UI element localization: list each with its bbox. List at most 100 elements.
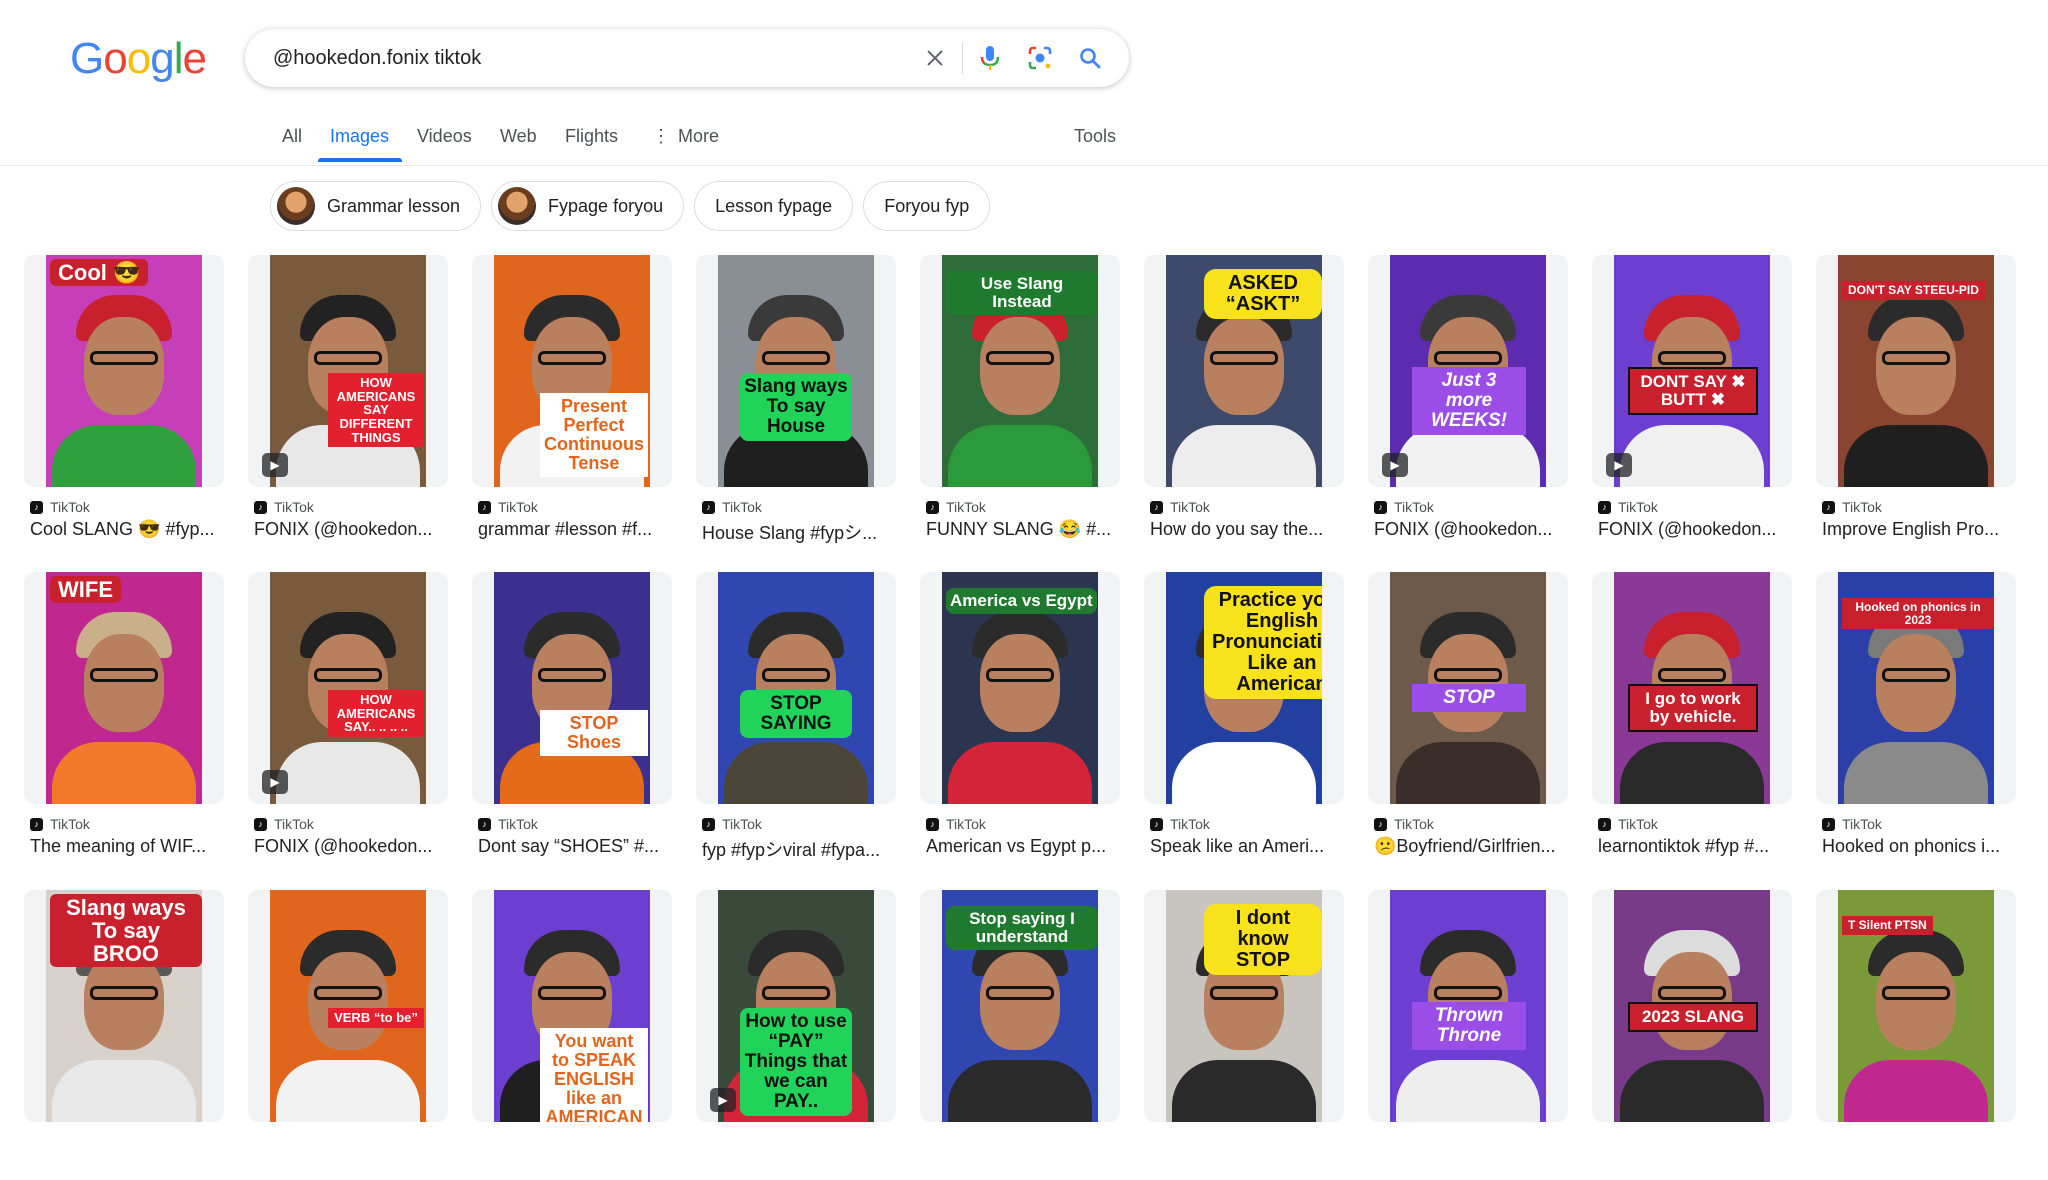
result-title[interactable]: Hooked on phonics i...	[1822, 836, 2018, 857]
image-result[interactable]: STOP ♪ TikTok 😕Boyfriend/Girlfrien...	[1368, 572, 1568, 862]
image-result[interactable]: T Silent PTSN	[1816, 890, 2016, 1180]
chip-grammar-lesson[interactable]: Grammar lesson	[270, 181, 482, 231]
image-result[interactable]: I go to work by vehicle. ♪ TikTok learnont…	[1592, 572, 1792, 862]
tab-web[interactable]: Web	[500, 126, 537, 147]
image-result-thumbnail[interactable]: Thrown Throne	[1368, 890, 1568, 1122]
image-result[interactable]: Hooked on phonics in 2023 ♪ TikTok Hooked …	[1816, 572, 2016, 862]
result-title[interactable]: FONIX (@hookedon...	[254, 836, 450, 857]
image-result-thumbnail[interactable]: DON'T SAY STEEU-PID	[1816, 255, 2016, 487]
result-source[interactable]: ♪ TikTok	[30, 816, 90, 832]
result-title[interactable]: Cool SLANG 😎 #fyp...	[30, 519, 226, 540]
image-result[interactable]: Practice your English Pronunciation. Lik…	[1144, 572, 1344, 862]
image-result[interactable]: VERB “to be”	[248, 890, 448, 1180]
tab-videos[interactable]: Videos	[417, 126, 472, 147]
result-source[interactable]: ♪ TikTok	[702, 499, 762, 515]
close-icon[interactable]	[910, 33, 960, 83]
image-result-thumbnail[interactable]: How to use “PAY” Things that we can PAY.…	[696, 890, 896, 1122]
google-logo[interactable]: Google	[70, 34, 207, 84]
image-result[interactable]: Slang ways To say BROO	[24, 890, 224, 1180]
tools-button[interactable]: Tools	[1074, 126, 1116, 147]
image-result[interactable]: STOP Shoes ♪ TikTok Dont say “SHOES” #...	[472, 572, 672, 862]
search-input[interactable]	[271, 45, 910, 71]
result-source[interactable]: ♪ TikTok	[1822, 816, 1882, 832]
result-source[interactable]: ♪ TikTok	[1150, 816, 1210, 832]
image-result-thumbnail[interactable]: Cool 😎	[24, 255, 224, 487]
image-result-thumbnail[interactable]: You want to SPEAK ENGLISH like an AMERIC…	[472, 890, 672, 1122]
image-result[interactable]: How to use “PAY” Things that we can PAY.…	[696, 890, 896, 1180]
image-result-thumbnail[interactable]: Practice your English Pronunciation. Lik…	[1144, 572, 1344, 804]
image-result-thumbnail[interactable]: Stop saying I understand	[920, 890, 1120, 1122]
result-title[interactable]: fyp #fypシviral #fypa...	[702, 836, 898, 862]
result-source[interactable]: ♪ TikTok	[1598, 816, 1658, 832]
result-title[interactable]: How do you say the...	[1150, 519, 1346, 540]
result-source[interactable]: ♪ TikTok	[926, 816, 986, 832]
image-result-thumbnail[interactable]: HOW AMERICANS SAY.. .. .. .. ▶	[248, 572, 448, 804]
image-result[interactable]: You want to SPEAK ENGLISH like an AMERIC…	[472, 890, 672, 1180]
chip-foryou-fyp[interactable]: Foryou fyp	[863, 181, 991, 231]
result-title[interactable]: FONIX (@hookedon...	[254, 519, 450, 540]
image-result[interactable]: WIFE ♪ TikTok The meaning of WIF...	[24, 572, 224, 862]
image-result[interactable]: Present Perfect Continuous Tense ♪ TikTok…	[472, 255, 672, 545]
result-source[interactable]: ♪ TikTok	[1598, 499, 1658, 515]
search-icon[interactable]	[1065, 33, 1115, 83]
image-result[interactable]: HOW AMERICANS SAY DIFFERENT THINGS ▶ ♪ Tik…	[248, 255, 448, 545]
tab-images[interactable]: Images	[330, 126, 389, 147]
image-result[interactable]: STOP SAYING ♪ TikTok fyp #fypシviral #fypa.…	[696, 572, 896, 862]
result-title[interactable]: 😕Boyfriend/Girlfrien...	[1374, 836, 1570, 857]
result-title[interactable]: American vs Egypt p...	[926, 836, 1122, 857]
tab-all[interactable]: All	[282, 126, 302, 147]
chip-lesson-fypage[interactable]: Lesson fypage	[694, 181, 854, 231]
image-result[interactable]: Use Slang Instead ♪ TikTok FUNNY SLANG 😂 #…	[920, 255, 1120, 545]
image-result[interactable]: Thrown Throne	[1368, 890, 1568, 1180]
image-result-thumbnail[interactable]: America vs Egypt	[920, 572, 1120, 804]
result-source[interactable]: ♪ TikTok	[1374, 816, 1434, 832]
result-title[interactable]: House Slang #fypシ...	[702, 519, 898, 545]
result-title[interactable]: Dont say “SHOES” #...	[478, 836, 674, 857]
image-result-thumbnail[interactable]: WIFE	[24, 572, 224, 804]
image-result-thumbnail[interactable]: 2023 SLANG	[1592, 890, 1792, 1122]
result-source[interactable]: ♪ TikTok	[1822, 499, 1882, 515]
image-result-thumbnail[interactable]: STOP Shoes	[472, 572, 672, 804]
result-title[interactable]: FONIX (@hookedon...	[1598, 519, 1794, 540]
result-source[interactable]: ♪ TikTok	[1374, 499, 1434, 515]
lens-icon[interactable]	[1015, 33, 1065, 83]
result-source[interactable]: ♪ TikTok	[702, 816, 762, 832]
image-result-thumbnail[interactable]: Use Slang Instead	[920, 255, 1120, 487]
image-result-thumbnail[interactable]: Slang ways To say BROO	[24, 890, 224, 1122]
microphone-icon[interactable]	[965, 33, 1015, 83]
image-result[interactable]: DONT SAY ✖ BUTT ✖ ▶ ♪ TikTok FONIX (@hooked…	[1592, 255, 1792, 545]
image-result[interactable]: America vs Egypt ♪ TikTok American vs Egyp…	[920, 572, 1120, 862]
result-source[interactable]: ♪ TikTok	[926, 499, 986, 515]
image-result-thumbnail[interactable]: ASKED “ASKT”	[1144, 255, 1344, 487]
image-result-thumbnail[interactable]: Present Perfect Continuous Tense	[472, 255, 672, 487]
image-result-thumbnail[interactable]: VERB “to be”	[248, 890, 448, 1122]
image-result-thumbnail[interactable]: Hooked on phonics in 2023	[1816, 572, 2016, 804]
chip-fypage-foryou[interactable]: Fypage foryou	[491, 181, 685, 231]
result-title[interactable]: FUNNY SLANG 😂 #...	[926, 519, 1122, 540]
result-source[interactable]: ♪ TikTok	[30, 499, 90, 515]
result-title[interactable]: learnontiktok #fyp #...	[1598, 836, 1794, 857]
result-title[interactable]: grammar #lesson #f...	[478, 519, 674, 540]
image-result-thumbnail[interactable]: I dont know STOP	[1144, 890, 1344, 1122]
image-result[interactable]: Just 3 more WEEKS! ▶ ♪ TikTok FONIX (@hooke…	[1368, 255, 1568, 545]
tab-flights[interactable]: Flights	[565, 126, 618, 147]
image-result[interactable]: Cool 😎 ♪ TikTok Cool SLANG 😎 #fyp...	[24, 255, 224, 545]
result-title[interactable]: FONIX (@hookedon...	[1374, 519, 1570, 540]
result-title[interactable]: Speak like an Ameri...	[1150, 836, 1346, 857]
image-result[interactable]: HOW AMERICANS SAY.. .. .. .. ▶ ♪ TikTok FON…	[248, 572, 448, 862]
image-result-thumbnail[interactable]: Just 3 more WEEKS! ▶	[1368, 255, 1568, 487]
tab-more[interactable]: ⋮ More	[652, 126, 719, 147]
image-result-thumbnail[interactable]: STOP	[1368, 572, 1568, 804]
result-title[interactable]: Improve English Pro...	[1822, 519, 2018, 540]
result-source[interactable]: ♪ TikTok	[254, 816, 314, 832]
image-result-thumbnail[interactable]: HOW AMERICANS SAY DIFFERENT THINGS ▶	[248, 255, 448, 487]
result-title[interactable]: The meaning of WIF...	[30, 836, 226, 857]
image-result-thumbnail[interactable]: STOP SAYING	[696, 572, 896, 804]
image-result-thumbnail[interactable]: I go to work by vehicle.	[1592, 572, 1792, 804]
image-result[interactable]: 2023 SLANG	[1592, 890, 1792, 1180]
image-result-thumbnail[interactable]: T Silent PTSN	[1816, 890, 2016, 1122]
image-result-thumbnail[interactable]: DONT SAY ✖ BUTT ✖ ▶	[1592, 255, 1792, 487]
image-result[interactable]: Slang ways To say House ♪ TikTok House Sla…	[696, 255, 896, 545]
result-source[interactable]: ♪ TikTok	[478, 499, 538, 515]
image-result[interactable]: Stop saying I understand	[920, 890, 1120, 1180]
